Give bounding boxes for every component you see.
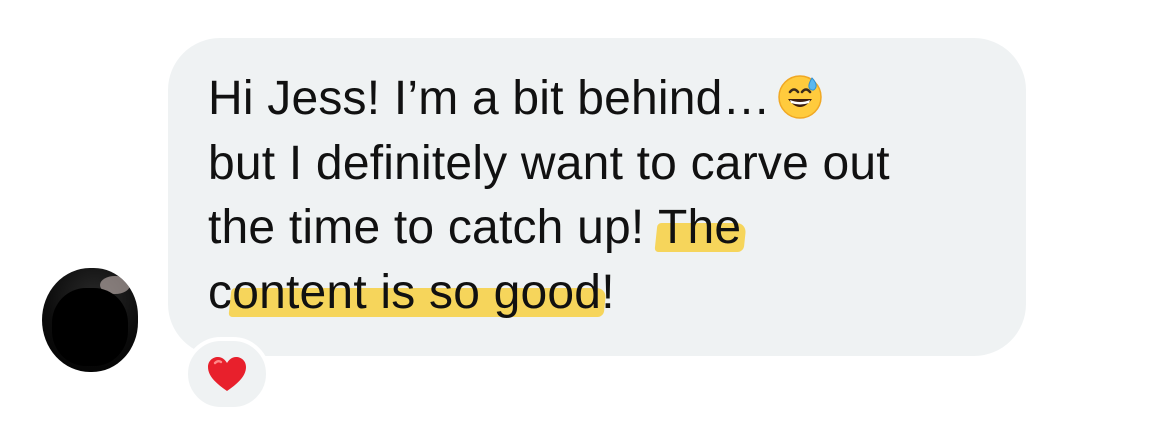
heart-reaction[interactable] <box>184 337 270 411</box>
message-line-2: but I definitely want to carve out <box>208 136 890 190</box>
message-line-3-text: the time to catch up! <box>208 201 645 254</box>
message-line-1: Hi Jess! I’m a bit behind… <box>208 67 1008 132</box>
sender-avatar[interactable] <box>42 268 138 372</box>
avatar-redaction-scribble <box>52 288 128 366</box>
message-text: Hi Jess! I’m a bit behind… but I definit… <box>208 67 1008 325</box>
message-line-4: content is so good! <box>208 261 1008 326</box>
highlighted-text: The <box>657 201 742 254</box>
message-line-3: the time to catch up! The <box>208 196 1008 261</box>
grinning-face-with-sweat-icon <box>777 73 823 119</box>
message-line-1-text: Hi Jess! I’m a bit behind… <box>208 72 771 125</box>
red-heart-icon <box>208 357 246 391</box>
highlighted-text: ontent is so good <box>232 265 602 319</box>
